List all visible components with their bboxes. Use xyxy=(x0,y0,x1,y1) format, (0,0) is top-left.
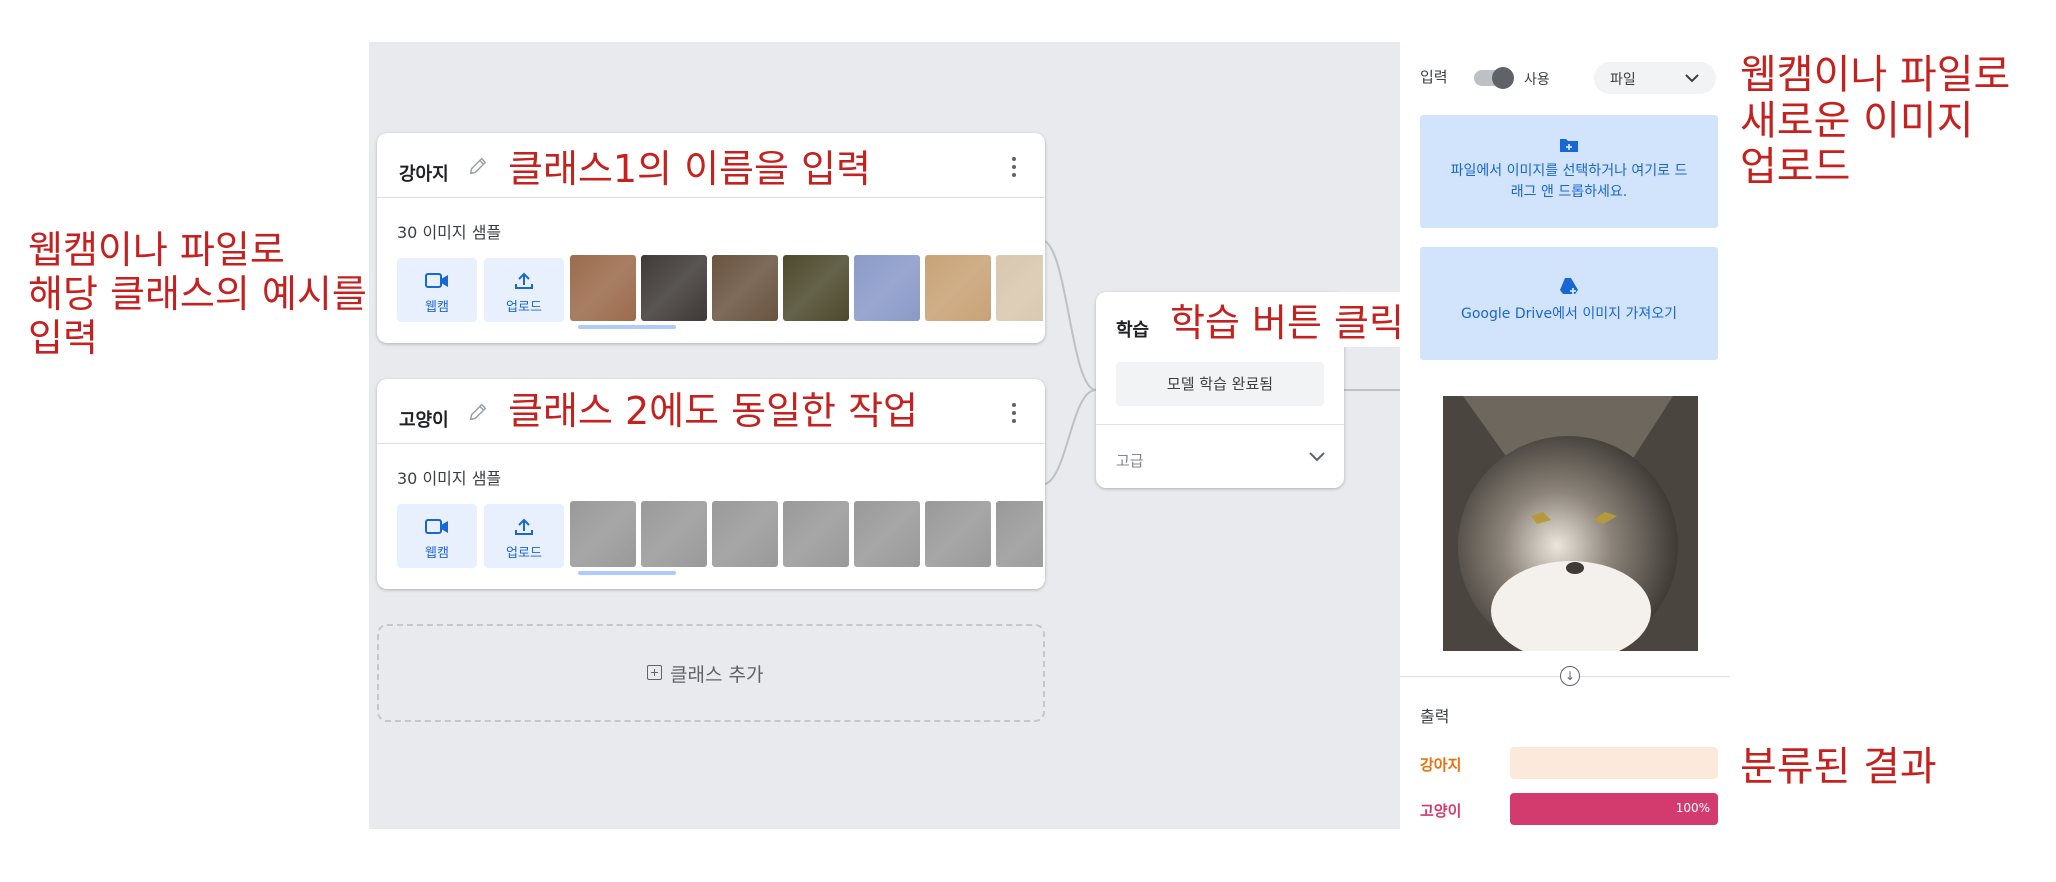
input-label: 입력 xyxy=(1420,68,1448,86)
add-class-label: 클래스 추가 xyxy=(670,664,764,686)
annotation-line: 웹캠이나 파일로 xyxy=(1740,52,2011,98)
sample-thumbnail[interactable] xyxy=(641,255,707,321)
sample-thumbnail[interactable] xyxy=(712,255,778,321)
webcam-label: 웹캠 xyxy=(425,546,449,561)
annotation-line: 업로드 xyxy=(1740,144,1851,190)
annotation-class2-same: 클래스 2에도 동일한 작업 xyxy=(508,389,919,433)
pencil-icon[interactable] xyxy=(467,155,489,177)
sample-thumbnail[interactable] xyxy=(783,501,849,567)
upload-icon xyxy=(515,272,533,289)
annotation-line: 해당 클래스의 예시를 xyxy=(28,272,367,316)
sample-thumbnail[interactable] xyxy=(854,255,920,321)
annotation-upload-note: 웹캠이나 파일로 새로운 이미지 업로드 xyxy=(1740,52,2010,190)
annotation-train-click: 학습 버튼 클릭 xyxy=(1168,292,1406,347)
upload-button[interactable]: 업로드 xyxy=(484,504,564,568)
samples-count: 30 이미지 샘플 xyxy=(397,469,502,488)
folder-add-icon xyxy=(1560,139,1578,152)
annotation-result-note: 분류된 결과 xyxy=(1740,744,1937,790)
add-box-icon xyxy=(647,665,662,680)
annotation-line: 새로운 이미지 xyxy=(1740,98,1974,144)
more-options-icon[interactable] xyxy=(1011,157,1017,177)
sample-thumbnail[interactable] xyxy=(641,501,707,567)
sample-thumbnail[interactable] xyxy=(570,255,636,321)
sample-thumbnails xyxy=(570,501,1043,567)
result-bar-dog xyxy=(1510,747,1718,779)
sample-thumbnail[interactable] xyxy=(570,501,636,567)
more-options-icon[interactable] xyxy=(1011,403,1017,423)
sample-thumbnail[interactable] xyxy=(712,501,778,567)
upload-label: 업로드 xyxy=(506,546,542,561)
file-drop-zone[interactable]: 파일에서 이미지를 선택하거나 여기로 드래그 앤 드롭하세요. xyxy=(1420,115,1718,228)
scrollbar-thumb[interactable] xyxy=(578,325,676,329)
sample-thumbnail[interactable] xyxy=(854,501,920,567)
google-drive-icon xyxy=(1560,278,1578,294)
output-label: 출력 xyxy=(1420,707,1450,726)
pencil-icon[interactable] xyxy=(467,401,489,423)
toggle-label: 사용 xyxy=(1524,72,1550,88)
samples-count: 30 이미지 샘플 xyxy=(397,223,502,242)
sample-thumbnail[interactable] xyxy=(783,255,849,321)
train-button-label: 모델 학습 완료됨 xyxy=(1166,375,1274,393)
class-name-input[interactable]: 고양이 xyxy=(399,406,449,432)
add-class-button[interactable]: 클래스 추가 xyxy=(377,624,1045,722)
source-select[interactable]: 파일 xyxy=(1594,62,1716,94)
result-label-cat: 고양이 xyxy=(1420,802,1462,820)
webcam-label: 웹캠 xyxy=(425,300,449,315)
sample-thumbnail[interactable] xyxy=(925,501,991,567)
annotation-class1-name: 클래스1의 이름을 입력 xyxy=(508,147,871,191)
chevron-down-icon xyxy=(1685,74,1699,83)
scrollbar-thumb[interactable] xyxy=(578,571,676,575)
google-drive-text: Google Drive에서 이미지 가져오기 xyxy=(1461,306,1677,322)
sample-thumbnail[interactable] xyxy=(925,255,991,321)
upload-label: 업로드 xyxy=(506,300,542,315)
source-select-value: 파일 xyxy=(1610,72,1636,88)
webcam-button[interactable]: 웹캠 xyxy=(397,258,477,322)
preview-image xyxy=(1443,396,1698,651)
input-toggle[interactable] xyxy=(1474,67,1514,89)
webcam-button[interactable]: 웹캠 xyxy=(397,504,477,568)
advanced-label: 고급 xyxy=(1116,452,1144,470)
thumbnail-scrollbar[interactable] xyxy=(570,571,1040,575)
thumbnail-scrollbar[interactable] xyxy=(570,325,1040,329)
annotation-line: 웹캠이나 파일로 xyxy=(28,228,285,272)
sample-thumbnail[interactable] xyxy=(996,255,1043,321)
train-model-button[interactable]: 모델 학습 완료됨 xyxy=(1116,362,1324,406)
chevron-down-icon xyxy=(1309,452,1325,462)
sample-thumbnails xyxy=(570,255,1043,321)
google-drive-button[interactable]: Google Drive에서 이미지 가져오기 xyxy=(1420,247,1718,360)
class-name-input[interactable]: 강아지 xyxy=(399,160,449,186)
preview-panel: 입력 사용 파일 파일에서 이미지를 선택하거나 여기로 드래그 앤 드롭하세요… xyxy=(1400,42,1730,829)
arrow-down-icon: ↓ xyxy=(1560,666,1580,686)
result-bar-cat: 100% xyxy=(1510,793,1718,825)
webcam-icon xyxy=(425,519,448,534)
result-percent: 100% xyxy=(1675,801,1710,815)
result-label-dog: 강아지 xyxy=(1420,756,1462,774)
webcam-icon xyxy=(425,273,448,288)
sample-thumbnail[interactable] xyxy=(996,501,1043,567)
training-title: 학습 xyxy=(1116,320,1150,341)
file-drop-text: 파일에서 이미지를 선택하거나 여기로 드래그 앤 드롭하세요. xyxy=(1450,163,1688,200)
upload-icon xyxy=(515,518,533,535)
toggle-knob xyxy=(1492,67,1514,89)
upload-button[interactable]: 업로드 xyxy=(484,258,564,322)
advanced-toggle[interactable]: 고급 xyxy=(1096,425,1344,487)
annotation-left-note: 웹캠이나 파일로 해당 클래스의 예시를 입력 xyxy=(28,228,367,360)
annotation-line: 입력 xyxy=(28,316,98,360)
